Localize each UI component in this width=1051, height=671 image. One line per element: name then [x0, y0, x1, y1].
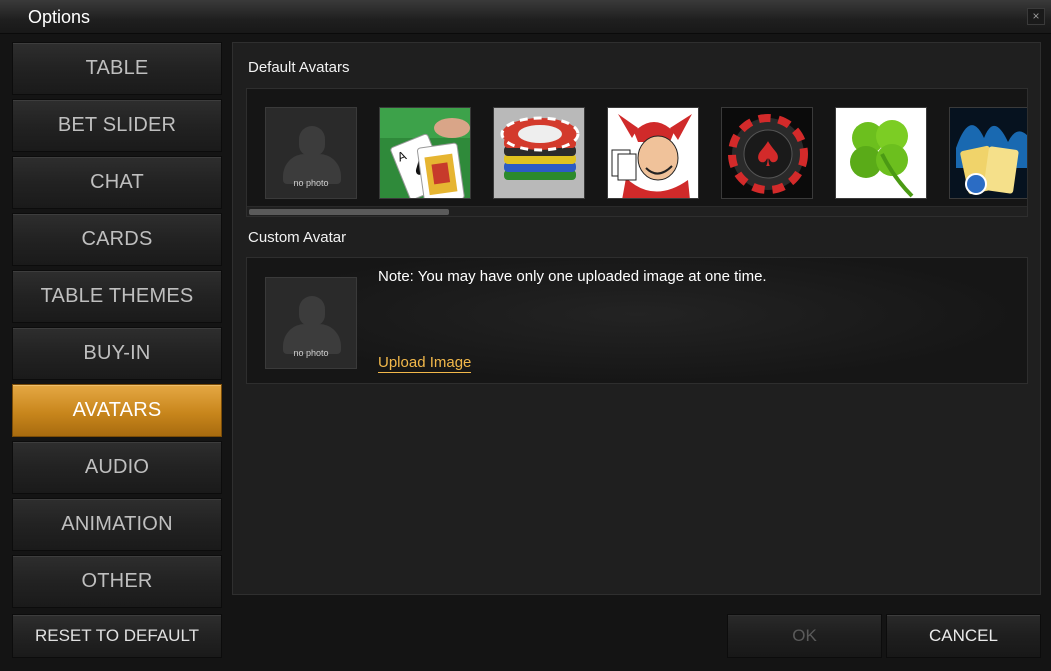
custom-avatar-preview: no photo — [265, 277, 357, 369]
options-sidebar: TABLE BET SLIDER CHAT CARDS TABLE THEMES… — [12, 42, 222, 612]
no-photo-caption: no photo — [293, 178, 329, 188]
playing-cards-icon: A ♠ — [380, 108, 470, 198]
custom-avatar-heading: Custom Avatar — [248, 229, 347, 246]
avatar-four-leaf-clover[interactable] — [835, 107, 927, 199]
joker-icon — [608, 108, 698, 198]
avatars-panel: Default Avatars no photo A ♠ Custom Avat… — [232, 42, 1041, 595]
person-silhouette-icon: no photo — [266, 278, 356, 368]
no-photo-caption: no photo — [293, 348, 329, 358]
close-icon[interactable]: × — [1027, 8, 1045, 25]
upload-note: Note: You may have only one uploaded ima… — [378, 268, 767, 285]
sidebar-item-animation[interactable]: ANIMATION — [12, 498, 222, 551]
person-silhouette-icon: no photo — [266, 108, 356, 198]
cancel-button[interactable]: CANCEL — [886, 614, 1041, 658]
reset-to-default-button[interactable]: RESET TO DEFAULT — [12, 614, 222, 658]
sidebar-item-table-themes[interactable]: TABLE THEMES — [12, 270, 222, 323]
sidebar-item-other[interactable]: OTHER — [12, 555, 222, 608]
spade-chip-icon: ♠ — [722, 108, 812, 198]
sidebar-item-table[interactable]: TABLE — [12, 42, 222, 95]
avatar-joker[interactable] — [607, 107, 699, 199]
title-bar: Options × — [0, 0, 1051, 34]
ok-button[interactable]: OK — [727, 614, 882, 658]
avatar-spade-chip[interactable]: ♠ — [721, 107, 813, 199]
sidebar-item-chat[interactable]: CHAT — [12, 156, 222, 209]
sidebar-item-audio[interactable]: AUDIO — [12, 441, 222, 494]
flaming-aces-icon — [950, 108, 1027, 198]
clover-icon — [836, 108, 926, 198]
svg-text:♠: ♠ — [753, 135, 783, 175]
sidebar-item-cards[interactable]: CARDS — [12, 213, 222, 266]
upload-image-link[interactable]: Upload Image — [378, 354, 472, 373]
poker-chips-icon — [494, 108, 584, 198]
avatar-chip-stack[interactable] — [493, 107, 585, 199]
sidebar-item-bet-slider[interactable]: BET SLIDER — [12, 99, 222, 152]
custom-avatar-box: no photo Note: You may have only one upl… — [246, 257, 1028, 384]
avatar-cards-on-felt[interactable]: A ♠ — [379, 107, 471, 199]
gallery-scrollbar-thumb[interactable] — [249, 209, 449, 215]
avatar-aces-in-flames[interactable] — [949, 107, 1027, 199]
default-avatars-heading: Default Avatars — [248, 59, 350, 76]
avatar-no-photo[interactable]: no photo — [265, 107, 357, 199]
gallery-scrollbar[interactable] — [247, 206, 1027, 216]
window-title: Options — [28, 7, 91, 27]
default-avatars-gallery: no photo A ♠ — [246, 88, 1028, 217]
sidebar-item-buy-in[interactable]: BUY-IN — [12, 327, 222, 380]
sidebar-item-avatars[interactable]: AVATARS — [12, 384, 222, 437]
